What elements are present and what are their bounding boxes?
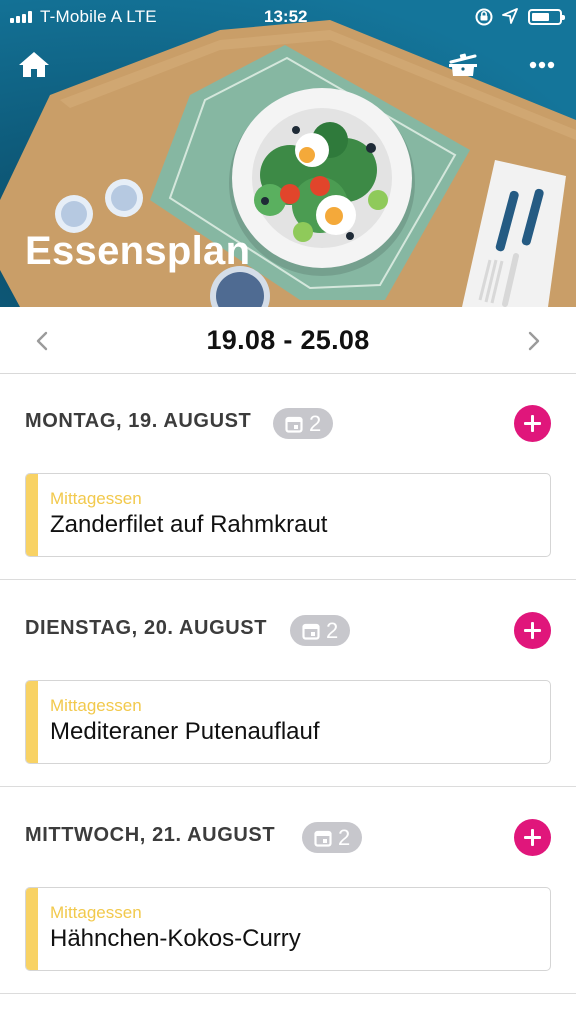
next-week-button[interactable] (518, 326, 548, 356)
cooking-pot-icon (449, 53, 477, 76)
day-section-monday: MONTAG, 19. AUGUST 2 Mittagessen Zanderf… (0, 374, 576, 580)
week-range-label: 19.08 - 25.08 (206, 325, 370, 355)
day-header: DIENSTAG, 20. AUGUST (25, 617, 268, 639)
home-button[interactable] (14, 44, 54, 84)
calendar-icon (302, 623, 320, 640)
day-count-badge[interactable]: 2 (273, 408, 334, 439)
clock: 13:52 (264, 7, 308, 26)
page-title: Essensplan (25, 229, 251, 273)
more-button[interactable] (522, 44, 562, 84)
battery-icon (528, 9, 565, 25)
meal-name: Zanderfilet auf Rahmkraut (50, 511, 328, 538)
meal-type-label: Mittagessen (50, 903, 142, 922)
meal-type-stripe (26, 474, 38, 556)
day-section-wednesday: MITTWOCH, 21. AUGUST 2 Mittagessen Hähnc… (0, 788, 576, 994)
meal-type-stripe (26, 681, 38, 763)
day-count-badge[interactable]: 2 (290, 615, 351, 646)
more-icon (529, 61, 555, 69)
day-count-badge[interactable]: 2 (302, 822, 363, 853)
day-count: 2 (338, 824, 351, 850)
location-arrow-icon (502, 8, 518, 24)
week-switcher: 19.08 - 25.08 (0, 307, 576, 374)
meal-type-label: Mittagessen (50, 696, 142, 715)
meal-card[interactable]: Mittagessen Mediteraner Putenauflauf (25, 680, 551, 764)
cooking-mode-button[interactable] (443, 44, 483, 84)
day-header: MONTAG, 19. AUGUST (25, 410, 252, 432)
signal-icon (10, 11, 36, 23)
home-icon (19, 52, 49, 77)
calendar-icon (285, 416, 303, 433)
status-bar: T-Mobile A LTE 13:52 (0, 0, 576, 34)
day-count: 2 (309, 410, 322, 436)
chevron-right-icon (528, 331, 540, 351)
day-header: MITTWOCH, 21. AUGUST (25, 824, 276, 846)
meal-card[interactable]: Mittagessen Hähnchen-Kokos-Curry (25, 887, 551, 971)
meal-type-stripe (26, 888, 38, 970)
add-meal-button[interactable] (514, 819, 551, 856)
day-count: 2 (326, 617, 339, 643)
meal-name: Mediteraner Putenauflauf (50, 718, 320, 745)
meal-card[interactable]: Mittagessen Zanderfilet auf Rahmkraut (25, 473, 551, 557)
carrier-label: T-Mobile A LTE (40, 7, 157, 26)
add-meal-button[interactable] (514, 405, 551, 442)
day-section-tuesday: DIENSTAG, 20. AUGUST 2 Mittagessen Medit… (0, 581, 576, 787)
meal-name: Hähnchen-Kokos-Curry (50, 925, 301, 952)
meal-type-label: Mittagessen (50, 489, 142, 508)
rotation-lock-icon (475, 8, 493, 26)
hero-header: T-Mobile A LTE 13:52 Essensplan (0, 0, 576, 307)
add-meal-button[interactable] (514, 612, 551, 649)
calendar-icon (314, 830, 332, 847)
